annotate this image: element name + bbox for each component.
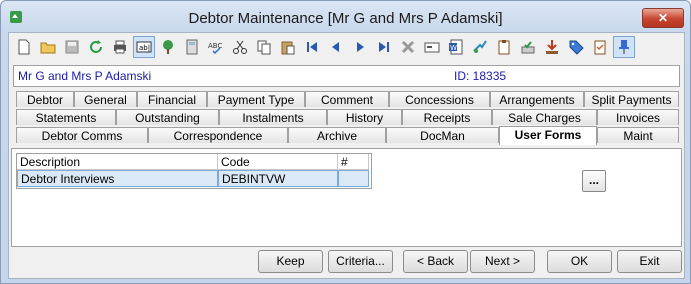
card-icon[interactable] bbox=[421, 36, 443, 58]
delete-icon[interactable] bbox=[397, 36, 419, 58]
tab-debtor-comms[interactable]: Debtor Comms bbox=[16, 127, 148, 143]
next-button[interactable]: Next > bbox=[470, 250, 535, 273]
toolbar: ab| ABC W bbox=[11, 35, 681, 61]
tab-sale-charges[interactable]: Sale Charges bbox=[492, 109, 597, 125]
button-row: Keep Criteria... < Back Next > OK Exit bbox=[9, 250, 684, 278]
tab-invoices[interactable]: Invoices bbox=[597, 109, 679, 125]
tab-outstanding[interactable]: Outstanding bbox=[116, 109, 219, 125]
keep-button[interactable]: Keep bbox=[258, 250, 323, 273]
next-record-icon[interactable] bbox=[349, 36, 371, 58]
grid-cell-code[interactable]: DEBINTVW bbox=[218, 170, 338, 187]
word-doc-icon[interactable]: W bbox=[445, 36, 467, 58]
grid-cell-number[interactable] bbox=[338, 170, 369, 187]
client-area: ab| ABC W Mr G and Mrs P Adamski ID: 183… bbox=[8, 32, 685, 279]
calculator-icon[interactable] bbox=[181, 36, 203, 58]
debtor-id: ID: 18335 bbox=[454, 69, 507, 83]
new-icon[interactable] bbox=[13, 36, 35, 58]
tab-concessions[interactable]: Concessions bbox=[389, 91, 490, 107]
debtor-name: Mr G and Mrs P Adamski bbox=[18, 69, 152, 83]
ok-button[interactable]: OK bbox=[547, 250, 612, 273]
close-button[interactable]: ✕ bbox=[642, 8, 684, 28]
approve-icon[interactable] bbox=[517, 36, 539, 58]
title-bar: Debtor Maintenance [Mr G and Mrs P Adams… bbox=[1, 1, 690, 33]
tab-debtor[interactable]: Debtor bbox=[16, 91, 74, 107]
paste-icon[interactable] bbox=[277, 36, 299, 58]
tree-icon[interactable] bbox=[157, 36, 179, 58]
tab-financial[interactable]: Financial bbox=[137, 91, 207, 107]
debtor-info-bar: Mr G and Mrs P Adamski ID: 18335 bbox=[13, 65, 680, 87]
tab-history[interactable]: History bbox=[327, 109, 402, 125]
copy-icon[interactable] bbox=[253, 36, 275, 58]
refresh-icon[interactable] bbox=[85, 36, 107, 58]
user-forms-grid: Description Code # Debtor Interviews DEB… bbox=[16, 153, 372, 189]
exit-button[interactable]: Exit bbox=[617, 250, 682, 273]
tab-payment-type[interactable]: Payment Type bbox=[207, 91, 305, 107]
svg-text:ab|: ab| bbox=[139, 44, 150, 52]
download-icon[interactable] bbox=[541, 36, 563, 58]
save-icon[interactable] bbox=[61, 36, 83, 58]
tag-icon[interactable] bbox=[565, 36, 587, 58]
last-record-icon[interactable] bbox=[373, 36, 395, 58]
grid-cell-description[interactable]: Debtor Interviews bbox=[17, 170, 218, 187]
more-options-button[interactable]: ... bbox=[582, 170, 606, 192]
first-record-icon[interactable] bbox=[301, 36, 323, 58]
criteria-button[interactable]: Criteria... bbox=[328, 250, 393, 273]
cut-icon[interactable] bbox=[229, 36, 251, 58]
previous-record-icon[interactable] bbox=[325, 36, 347, 58]
pin-icon[interactable] bbox=[613, 36, 635, 58]
svg-text:W: W bbox=[450, 44, 457, 52]
tab-comment[interactable]: Comment bbox=[305, 91, 389, 107]
svg-text:ABC: ABC bbox=[208, 42, 222, 50]
text-field-icon[interactable]: ab| bbox=[133, 36, 155, 58]
debtor-maintenance-window: Debtor Maintenance [Mr G and Mrs P Adams… bbox=[0, 0, 691, 284]
column-header-code[interactable]: Code bbox=[218, 154, 338, 170]
tab-split-payments[interactable]: Split Payments bbox=[584, 91, 679, 107]
tab-instalments[interactable]: Instalments bbox=[219, 109, 327, 125]
window-title: Debtor Maintenance [Mr G and Mrs P Adams… bbox=[188, 10, 503, 27]
column-header-description[interactable]: Description bbox=[17, 154, 218, 170]
tab-maint[interactable]: Maint bbox=[597, 127, 679, 143]
tab-statements[interactable]: Statements bbox=[16, 109, 116, 125]
tab-correspondence[interactable]: Correspondence bbox=[148, 127, 288, 143]
tab-arrangements[interactable]: Arrangements bbox=[490, 91, 584, 107]
column-header-number[interactable]: # bbox=[338, 154, 369, 170]
clipboard-icon[interactable] bbox=[493, 36, 515, 58]
print-icon[interactable] bbox=[109, 36, 131, 58]
user-forms-panel: Description Code # Debtor Interviews DEB… bbox=[11, 148, 682, 247]
checklist-icon[interactable] bbox=[589, 36, 611, 58]
tab-user-forms[interactable]: User Forms bbox=[499, 126, 597, 145]
tab-docman[interactable]: DocMan bbox=[386, 127, 499, 143]
back-button[interactable]: < Back bbox=[403, 250, 468, 273]
spellcheck-icon[interactable]: ABC bbox=[205, 36, 227, 58]
tab-receipts[interactable]: Receipts bbox=[402, 109, 492, 125]
open-folder-icon[interactable] bbox=[37, 36, 59, 58]
tab-general[interactable]: General bbox=[74, 91, 137, 107]
arrow-icon[interactable] bbox=[469, 36, 491, 58]
tab-archive[interactable]: Archive bbox=[288, 127, 386, 143]
